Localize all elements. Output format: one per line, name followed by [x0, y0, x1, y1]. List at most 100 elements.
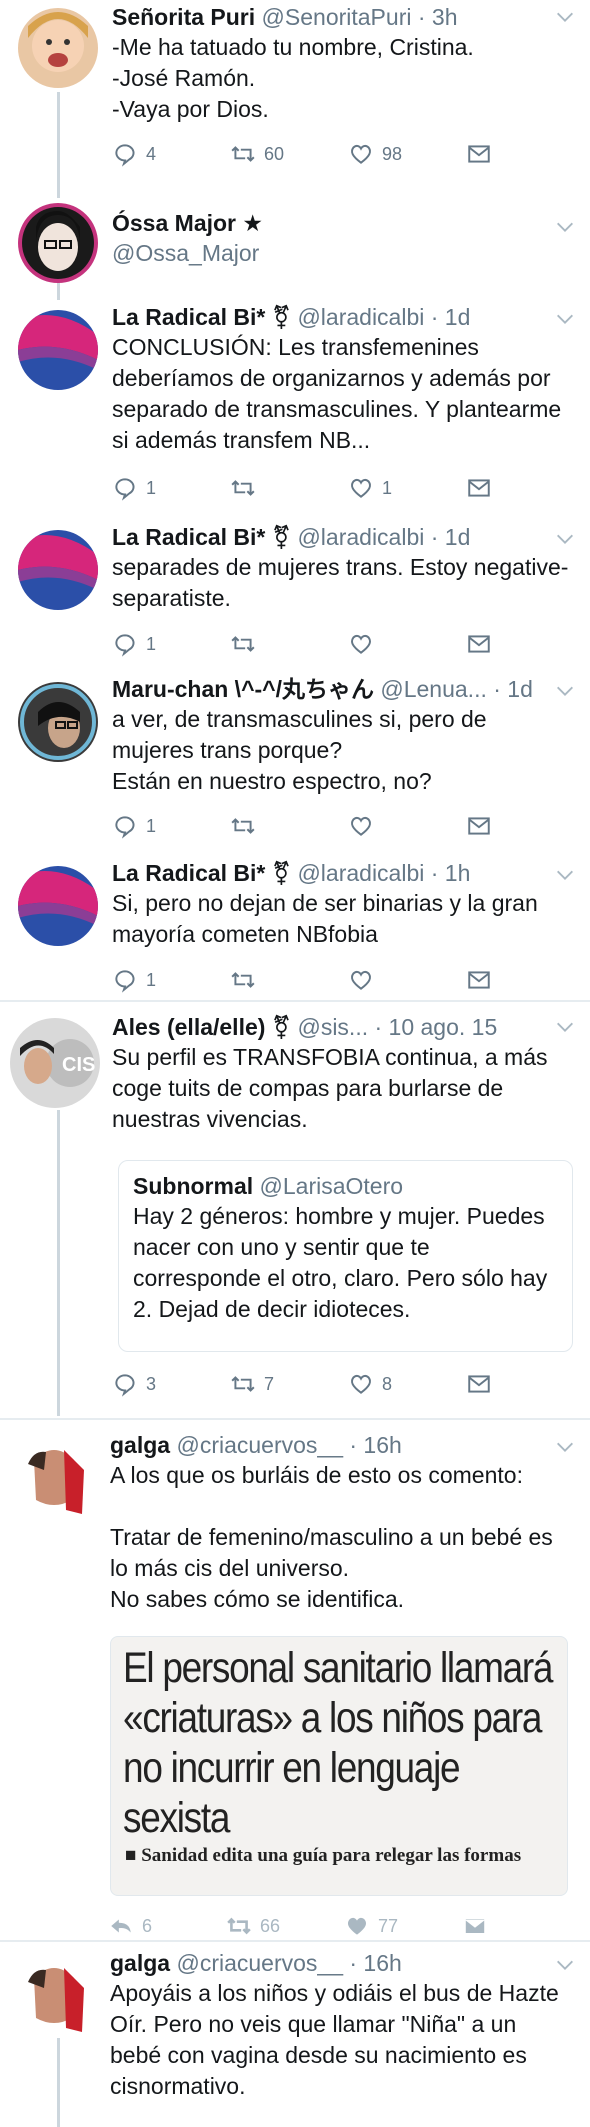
dm-button[interactable]: [462, 1913, 580, 1939]
tweet[interactable]: CIS Ales (ella/elle) ⚧ @sis... · 10 ago.…: [0, 1010, 590, 1410]
reply-button[interactable]: 4: [112, 141, 230, 167]
quoted-tweet[interactable]: Subnormal @LarisaOtero Hay 2 géneros: ho…: [118, 1160, 573, 1352]
author-name[interactable]: galga: [110, 1432, 170, 1458]
like-button[interactable]: 1: [348, 475, 466, 501]
author-name[interactable]: Maru-chan \^-^/丸ちゃん: [112, 676, 374, 702]
avatar[interactable]: [18, 682, 98, 762]
heart-icon: [347, 1917, 367, 1935]
retweet-button[interactable]: [230, 967, 348, 993]
quoted-tweet-text: Hay 2 géneros: hombre y mujer. Puedes na…: [133, 1203, 548, 1322]
dm-button[interactable]: [466, 1371, 584, 1397]
avatar[interactable]: [14, 1440, 94, 1520]
reply-button[interactable]: 1: [112, 967, 230, 993]
avatar[interactable]: [18, 866, 98, 946]
envelope-icon: [464, 1917, 486, 1935]
reply-count: 1: [146, 477, 157, 498]
chevron-down-icon[interactable]: [554, 528, 576, 550]
like-button[interactable]: 98: [348, 141, 466, 167]
chevron-down-icon[interactable]: [554, 1954, 576, 1976]
author-name[interactable]: Óssa Major ★: [112, 210, 263, 236]
author-meta: @laradicalbi · 1h: [297, 860, 471, 886]
reply-button[interactable]: 1: [112, 475, 230, 501]
author-name[interactable]: La Radical Bi* ⚧: [112, 524, 291, 550]
reply-button[interactable]: 3: [112, 1371, 230, 1397]
reply-button[interactable]: 1: [112, 631, 230, 657]
reply-icon: [115, 144, 135, 167]
tweet[interactable]: La Radical Bi* ⚧ @laradicalbi · 1h Si, p…: [0, 856, 590, 996]
author-meta: @laradicalbi · 1d: [297, 524, 471, 550]
quoted-author-name[interactable]: Subnormal: [133, 1173, 253, 1199]
chevron-down-icon[interactable]: [554, 864, 576, 886]
chevron-down-icon[interactable]: [554, 216, 576, 238]
tweet[interactable]: Maru-chan \^-^/丸ちゃん @Lenua... · 1d a ver…: [0, 672, 590, 852]
attached-image[interactable]: El personal sanitario llamará «criaturas…: [110, 1636, 568, 1896]
tweet-text: a ver, de transmasculines si, pero de mu…: [112, 706, 487, 794]
heart-icon: [351, 970, 371, 990]
avatar[interactable]: [18, 530, 98, 610]
retweet-button[interactable]: [230, 475, 348, 501]
envelope-icon: [468, 145, 490, 163]
retweet-count: 60: [264, 143, 285, 164]
dm-button[interactable]: [466, 813, 584, 839]
reply-icon: [115, 970, 135, 993]
like-button[interactable]: 77: [344, 1913, 462, 1939]
collapsed-account[interactable]: Óssa Major ★ @Ossa_Major: [0, 198, 590, 288]
reply-button[interactable]: 6: [108, 1913, 226, 1939]
chevron-down-icon[interactable]: [554, 1436, 576, 1458]
author-meta: @laradicalbi · 1d: [297, 304, 471, 330]
retweet-count: 7: [264, 1373, 275, 1394]
avatar[interactable]: [18, 203, 98, 283]
author-name[interactable]: La Radical Bi* ⚧: [112, 860, 291, 886]
chevron-down-icon[interactable]: [554, 1016, 576, 1038]
dm-button[interactable]: [466, 475, 584, 501]
like-count: 8: [382, 1373, 393, 1394]
dm-button[interactable]: [466, 967, 584, 993]
envelope-icon: [468, 635, 490, 653]
retweet-button[interactable]: 7: [230, 1371, 348, 1397]
like-count: 98: [382, 143, 403, 164]
tweet-text: separades de mujeres trans. Estoy negati…: [112, 554, 569, 611]
author-meta: @criacuervos__ · 16h: [176, 1950, 402, 1976]
dm-button[interactable]: [466, 631, 584, 657]
retweet-icon: [231, 480, 255, 496]
envelope-icon: [468, 817, 490, 835]
tweet[interactable]: galga @criacuervos__ · 16h A los que os …: [0, 1430, 590, 1950]
retweet-button[interactable]: [230, 813, 348, 839]
retweet-icon: [231, 1376, 255, 1392]
chevron-down-icon[interactable]: [554, 680, 576, 702]
author-name[interactable]: Ales (ella/elle) ⚧: [112, 1014, 291, 1040]
avatar[interactable]: [14, 1958, 94, 2038]
like-button[interactable]: [348, 967, 466, 993]
reply-icon: [115, 816, 135, 839]
section-divider: [0, 1418, 590, 1420]
author-name[interactable]: galga: [110, 1950, 170, 1976]
reply-count: 1: [146, 969, 157, 990]
like-count: 1: [382, 477, 393, 498]
section-divider: [0, 1940, 590, 1942]
tweet[interactable]: La Radical Bi* ⚧ @laradicalbi · 1d separ…: [0, 520, 590, 670]
tweet[interactable]: La Radical Bi* ⚧ @laradicalbi · 1d CONCL…: [0, 300, 590, 520]
avatar[interactable]: [18, 8, 98, 88]
reply-button[interactable]: 1: [112, 813, 230, 839]
avatar[interactable]: CIS: [10, 1018, 100, 1108]
chevron-down-icon[interactable]: [554, 6, 576, 28]
like-button[interactable]: [348, 631, 466, 657]
avatar[interactable]: [18, 310, 98, 390]
dm-button[interactable]: [466, 141, 584, 167]
chevron-down-icon[interactable]: [554, 308, 576, 330]
author-name[interactable]: La Radical Bi* ⚧: [112, 304, 291, 330]
author-name[interactable]: Señorita Puri: [112, 4, 255, 30]
heart-icon: [351, 634, 371, 654]
author-meta: @criacuervos__ · 16h: [176, 1432, 402, 1458]
reply-count: 4: [146, 143, 157, 164]
retweet-button[interactable]: [230, 631, 348, 657]
tweet-text: Si, pero no dejan de ser binarias y la g…: [112, 890, 538, 947]
like-button[interactable]: [348, 813, 466, 839]
retweet-button[interactable]: 60: [230, 141, 348, 167]
retweet-button[interactable]: 66: [226, 1913, 344, 1939]
like-button[interactable]: 8: [348, 1371, 466, 1397]
tweet[interactable]: galga @criacuervos__ · 16h Apoyáis a los…: [0, 1948, 590, 2127]
retweet-icon: [231, 146, 255, 162]
tweet[interactable]: Señorita Puri @SenoritaPuri · 3h -Me ha …: [0, 0, 590, 180]
retweet-icon: [231, 972, 255, 988]
